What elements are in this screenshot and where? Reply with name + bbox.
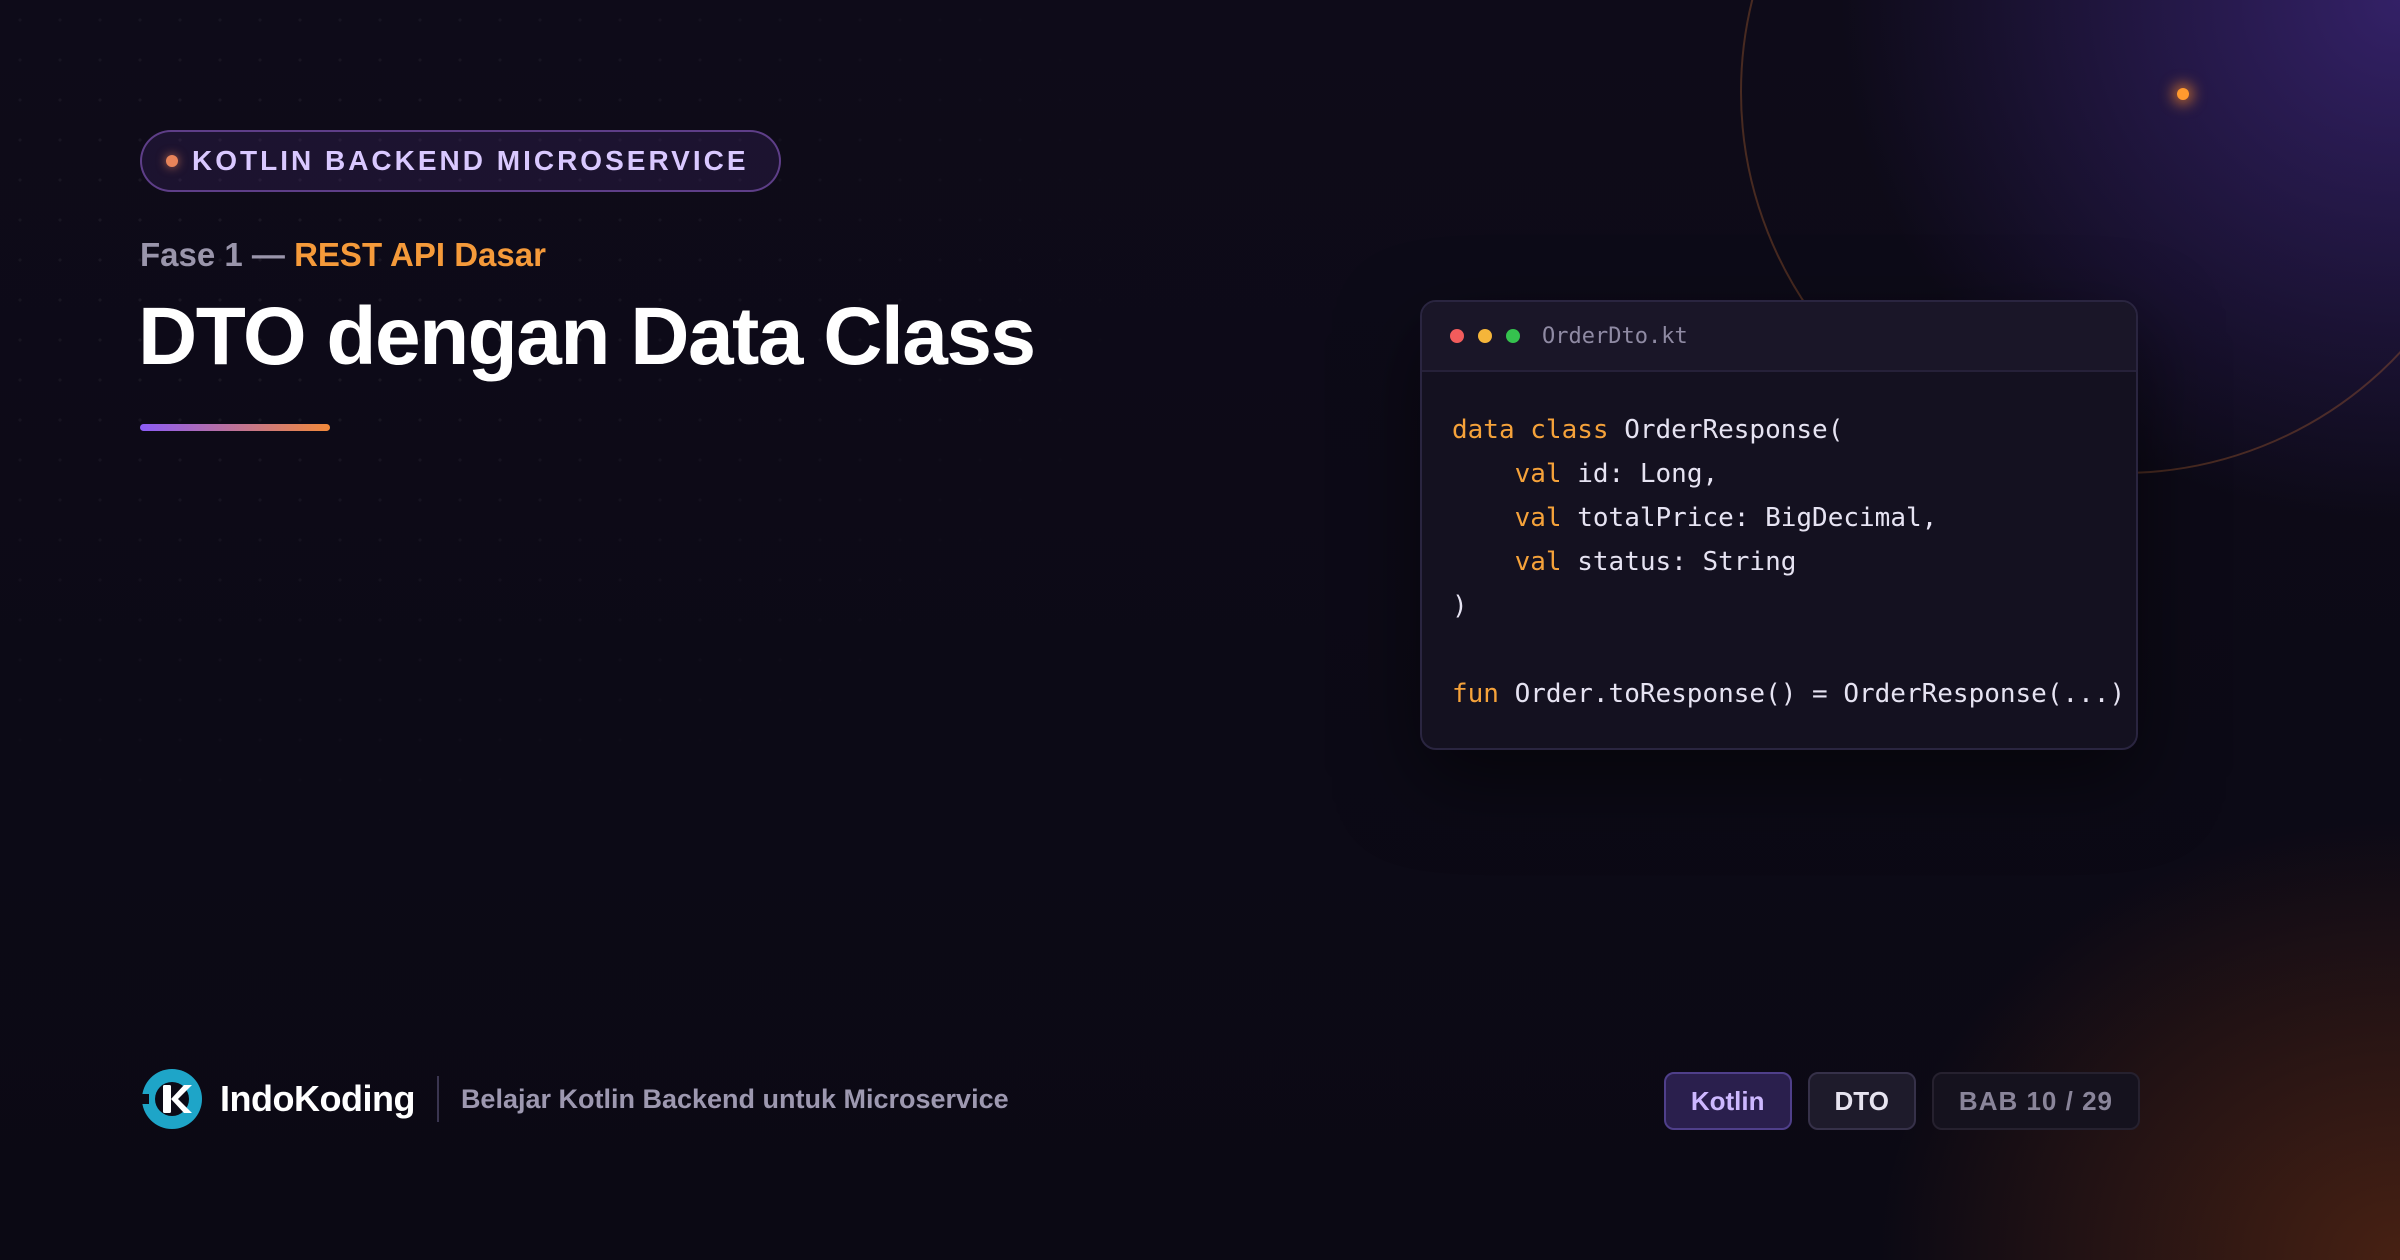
page-title: DTO dengan Data Class: [138, 291, 1036, 382]
code-keyword: val: [1514, 503, 1562, 533]
code-token: Order.toResponse() = OrderResponse(...): [1498, 679, 2126, 709]
code-line: ): [1452, 584, 2106, 628]
code-keyword: data class: [1452, 415, 1609, 445]
code-keyword: val: [1514, 547, 1562, 577]
window-close-dot-icon: [1450, 329, 1464, 343]
phase-line: Fase 1 — REST API Dasar: [140, 236, 546, 274]
code-token: ): [1452, 591, 1468, 621]
brand-divider: [436, 1076, 439, 1122]
title-underline: [140, 424, 330, 431]
category-pill: KOTLIN BACKEND MICROSERVICE: [140, 130, 781, 192]
tag-list: Kotlin DTO BAB 10 / 29: [1663, 1072, 2140, 1130]
code-line: fun Order.toResponse() = OrderResponse(.…: [1452, 672, 2125, 716]
code-line: val totalPrice: BigDecimal,: [1452, 496, 2106, 540]
code-token: OrderResponse(: [1608, 415, 1844, 445]
brand-tagline: Belajar Kotlin Backend untuk Microservic…: [460, 1083, 1009, 1114]
tag-kotlin: Kotlin: [1663, 1072, 1792, 1130]
pill-dot-icon: [166, 155, 178, 167]
tag-dto: DTO: [1807, 1072, 1916, 1130]
code-line: data class OrderResponse(: [1452, 408, 2106, 452]
code-keyword: fun: [1452, 679, 1499, 709]
code-token: status: String: [1561, 547, 1797, 577]
code-window: OrderDto.kt data class OrderResponse( va…: [1420, 300, 2138, 750]
code-line: val status: String: [1452, 540, 2106, 584]
chapter-badge: BAB 10 / 29: [1931, 1072, 2140, 1130]
brand-name: IndoKoding: [220, 1078, 415, 1119]
code-token: id: Long,: [1561, 459, 1719, 489]
glow-dot-icon: [2177, 88, 2189, 100]
code-window-header: OrderDto.kt: [1422, 302, 2136, 372]
phase-name: REST API Dasar: [294, 236, 546, 273]
code-block: data class OrderResponse( val id: Long, …: [1422, 372, 2136, 716]
indokoding-logo-icon: [140, 1069, 202, 1129]
phase-prefix: Fase 1 —: [140, 236, 285, 273]
brand: IndoKoding Belajar Kotlin Backend untuk …: [140, 1066, 1009, 1132]
code-keyword: val: [1514, 459, 1562, 489]
category-label: KOTLIN BACKEND MICROSERVICE: [192, 145, 749, 176]
window-maximize-dot-icon: [1506, 329, 1520, 343]
code-line: val id: Long,: [1452, 452, 2106, 496]
code-filename: OrderDto.kt: [1542, 323, 1688, 349]
window-minimize-dot-icon: [1478, 329, 1492, 343]
code-token: totalPrice: BigDecimal,: [1561, 503, 1938, 533]
